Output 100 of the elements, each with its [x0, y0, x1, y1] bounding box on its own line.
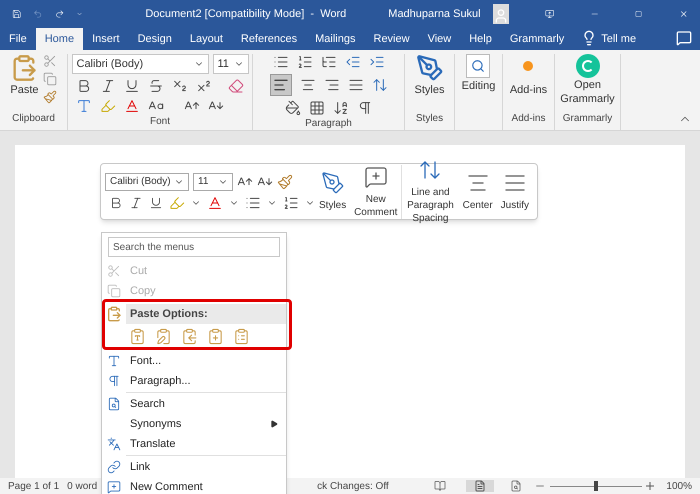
line-spacing-icon[interactable] — [372, 77, 388, 93]
print-layout-icon[interactable] — [466, 480, 494, 492]
menu-item[interactable]: Synonyms — [102, 414, 286, 434]
shading-icon[interactable] — [284, 100, 300, 116]
justify-button[interactable]: Justify — [496, 171, 533, 212]
clear-formatting-icon[interactable] — [228, 78, 244, 94]
increase-indent-icon[interactable] — [368, 54, 384, 70]
subscript-icon[interactable] — [172, 78, 188, 94]
numbering-icon[interactable] — [296, 54, 312, 70]
align-left-icon — [272, 77, 288, 93]
comments-icon[interactable] — [676, 30, 692, 46]
submenu-arrow-icon — [270, 420, 278, 428]
user-name: Madhuparna Sukul — [388, 6, 481, 22]
avatar-icon[interactable] — [492, 4, 509, 24]
clipboard-icon[interactable] — [129, 328, 146, 344]
text-effects-icon[interactable] — [76, 98, 92, 114]
menu-item[interactable]: Search — [102, 394, 286, 414]
page-count: Page 1 of 1 — [8, 480, 60, 494]
zoom-in-icon[interactable] — [646, 482, 654, 490]
zoom-thumb[interactable] — [594, 481, 598, 491]
ribbon-tab[interactable]: Home — [36, 28, 84, 50]
styles-icon — [416, 54, 444, 82]
italic-icon[interactable] — [100, 78, 116, 94]
ribbon-tab[interactable]: Help — [460, 28, 501, 50]
copy-icon — [107, 284, 121, 298]
align-center-icon[interactable] — [300, 77, 316, 93]
ribbon-tab[interactable]: References — [232, 28, 306, 50]
ribbon-tab[interactable]: Review — [364, 28, 419, 50]
styles-icon — [320, 171, 345, 195]
italic-icon[interactable] — [129, 196, 143, 210]
zoom-slider[interactable] — [550, 481, 642, 491]
ribbon-tab[interactable]: Insert — [83, 28, 129, 50]
group-label: Grammarly — [562, 112, 612, 126]
new-comment-button[interactable]: New Comment — [350, 164, 402, 218]
center-button[interactable]: Center — [458, 171, 497, 212]
ribbon-tab[interactable]: Mailings — [306, 28, 364, 50]
format-painter-icon[interactable] — [277, 174, 293, 190]
menu-item[interactable]: Font... — [102, 351, 286, 371]
font-icon — [107, 354, 121, 368]
open-grammarly-button[interactable]: Open Grammarly — [558, 54, 618, 106]
window-title: Document2 [Compatibility Mode] - Word — [145, 6, 346, 22]
justify-icon[interactable] — [348, 77, 364, 93]
borders-icon[interactable] — [308, 100, 324, 116]
cut-icon[interactable] — [42, 54, 57, 68]
menu-item[interactable]: Link — [102, 457, 286, 477]
copy-icon[interactable] — [42, 72, 57, 86]
underline-icon[interactable] — [124, 78, 140, 94]
cut-icon — [107, 264, 121, 278]
group-label: Add-ins — [512, 112, 546, 126]
add-ins-button[interactable]: Add-ins — [510, 54, 548, 98]
strikethrough-icon[interactable] — [148, 78, 164, 94]
decrease-indent-icon[interactable] — [344, 54, 360, 70]
word-count: 0 word — [67, 480, 98, 494]
zoom-level: 100% — [666, 480, 692, 494]
menu-item[interactable]: Translate — [102, 434, 286, 454]
line-spacing-button[interactable]: Line and Paragraph Spacing — [402, 158, 459, 225]
numbering-icon[interactable] — [283, 194, 299, 210]
font-name-field[interactable]: Calibri (Body) — [105, 172, 189, 190]
align-left-button[interactable] — [270, 74, 292, 96]
editing-button[interactable]: Editing — [462, 54, 496, 94]
font-name-field[interactable]: Calibri (Body) — [72, 54, 208, 74]
clipboard-icon[interactable] — [207, 328, 224, 344]
ribbon-tab[interactable]: Layout — [180, 28, 232, 50]
search-field[interactable]: Search the menus — [108, 237, 280, 257]
ribbon-tab[interactable]: File — [0, 28, 36, 50]
font-size-field[interactable]: 11 — [193, 172, 233, 190]
track-changes-status: ck Changes: Off — [317, 480, 389, 494]
menu-item[interactable]: New Comment — [102, 477, 286, 494]
translate-icon — [107, 437, 121, 451]
font-color-icon[interactable] — [124, 98, 140, 114]
underline-icon[interactable] — [149, 196, 163, 210]
group-label: Font — [150, 115, 170, 129]
ribbon-tab[interactable]: Grammarly — [500, 28, 574, 50]
align-right-icon[interactable] — [324, 77, 340, 93]
group-label: Paragraph — [305, 117, 352, 131]
ribbon-tab[interactable]: Design — [128, 28, 181, 50]
comment-icon — [107, 480, 121, 494]
grammarly-icon — [576, 54, 600, 78]
menu-item[interactable]: Paragraph... — [102, 371, 286, 391]
format-painter-icon[interactable] — [42, 90, 57, 104]
clipboard-icon[interactable] — [233, 328, 250, 344]
search-icon — [466, 54, 490, 78]
clipboard-icon[interactable] — [155, 328, 172, 344]
sort-icon[interactable] — [332, 100, 348, 116]
styles-button[interactable]: Styles — [414, 54, 444, 98]
paste-button[interactable]: Paste — [10, 54, 39, 104]
group-label: Clipboard — [12, 112, 55, 126]
font-size-field[interactable]: 11 — [212, 54, 248, 74]
bold-icon[interactable] — [109, 196, 123, 210]
styles-button[interactable]: Styles — [315, 171, 350, 212]
new-comment-icon — [364, 164, 388, 188]
paragraph-icon — [107, 374, 121, 388]
tell-me-button[interactable]: Tell me — [597, 28, 640, 50]
clipboard-icon[interactable] — [181, 328, 198, 344]
ribbon-tab[interactable]: View — [418, 28, 460, 50]
multilevel-list-icon[interactable] — [320, 54, 336, 70]
read-mode-icon[interactable] — [434, 480, 446, 492]
maximize-icon[interactable] — [635, 8, 643, 20]
superscript-icon[interactable] — [196, 78, 212, 94]
font-color-icon[interactable] — [207, 194, 223, 210]
